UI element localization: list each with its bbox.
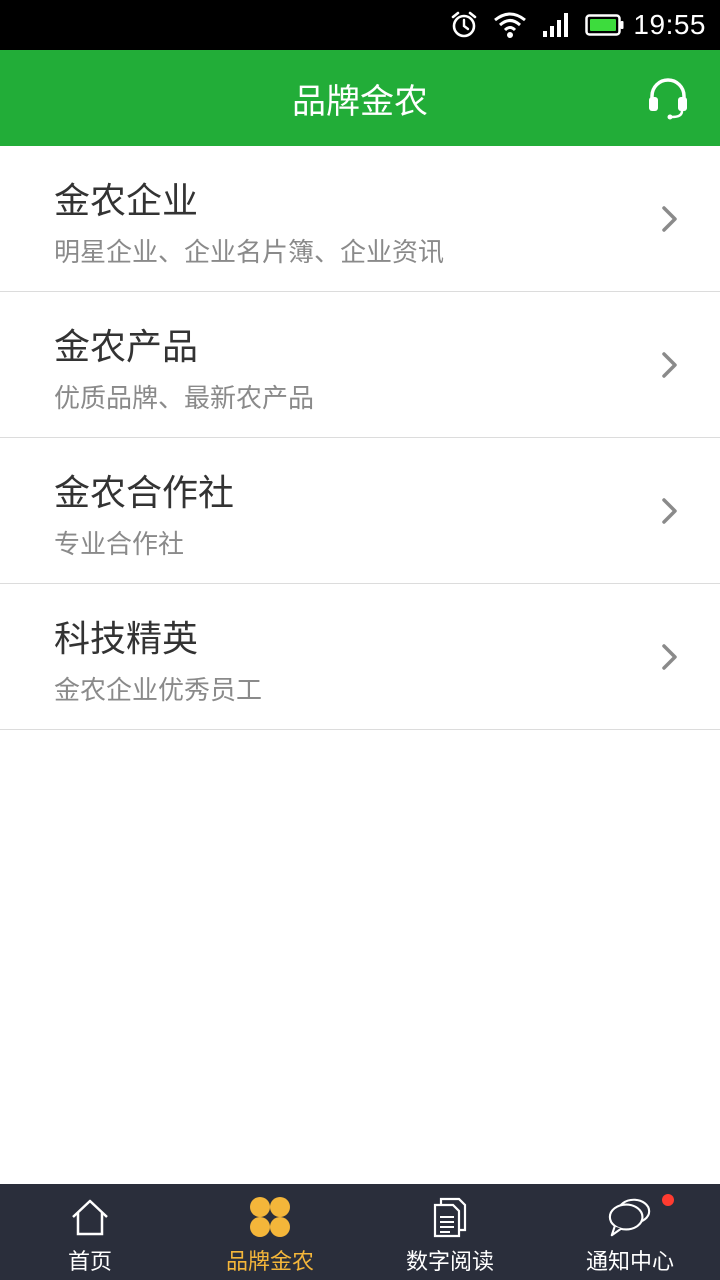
- nav-label: 通知中心: [585, 1250, 674, 1275]
- status-time: 19:55: [633, 9, 706, 40]
- clover-icon: [247, 1194, 293, 1240]
- menu-list: 金农企业 明星企业、企业名片簿、企业资讯 金农产品 优质品牌、最新农产品 金农合…: [0, 146, 720, 730]
- nav-item-reading[interactable]: 数字阅读: [360, 1184, 540, 1280]
- list-item-enterprise[interactable]: 金农企业 明星企业、企业名片簿、企业资讯: [0, 146, 720, 292]
- home-icon: [67, 1194, 113, 1240]
- page-title: 品牌金农: [292, 81, 428, 122]
- nav-label: 品牌金农: [225, 1250, 314, 1275]
- nav-item-home[interactable]: 首页: [0, 1184, 180, 1280]
- list-item-title: 金农合作社: [54, 473, 235, 514]
- chevron-right-icon: [658, 204, 682, 234]
- list-item-subtitle: 金农企业优秀员工: [54, 676, 263, 706]
- chevron-right-icon: [658, 642, 682, 672]
- nav-label: 数字阅读: [405, 1250, 494, 1275]
- alarm-icon: [449, 10, 479, 40]
- status-bar: 19:55: [0, 0, 720, 50]
- bottom-nav: 首页 品牌金农 数字阅读 通知中心: [0, 1184, 720, 1280]
- nav-item-notifications[interactable]: 通知中心: [540, 1184, 720, 1280]
- list-item-subtitle: 明星企业、企业名片簿、企业资讯: [54, 238, 445, 268]
- notification-badge: [662, 1194, 674, 1206]
- list-item-products[interactable]: 金农产品 优质品牌、最新农产品: [0, 292, 720, 438]
- battery-icon: [585, 13, 625, 37]
- list-item-subtitle: 优质品牌、最新农产品: [54, 384, 315, 414]
- list-item-title: 科技精英: [54, 619, 199, 660]
- signal-icon: [541, 11, 571, 39]
- title-bar: 品牌金农: [0, 50, 720, 146]
- list-item-tech-elite[interactable]: 科技精英 金农企业优秀员工: [0, 584, 720, 730]
- list-item-title: 金农产品: [54, 327, 199, 368]
- list-item-cooperative[interactable]: 金农合作社 专业合作社: [0, 438, 720, 584]
- nav-label: 首页: [67, 1250, 112, 1275]
- list-item-subtitle: 专业合作社: [54, 530, 185, 560]
- screen: 19:55 品牌金农 金农企业 明星企业、企业名片簿、企业资讯 金农产品 优质品…: [0, 0, 720, 1280]
- wifi-icon: [493, 11, 527, 39]
- documents-icon: [427, 1194, 473, 1240]
- nav-item-brand[interactable]: 品牌金农: [180, 1184, 360, 1280]
- chevron-right-icon: [658, 350, 682, 380]
- list-item-title: 金农企业: [54, 181, 199, 222]
- chevron-right-icon: [658, 496, 682, 526]
- headset-icon[interactable]: [646, 76, 690, 120]
- chat-bubbles-icon: [607, 1194, 653, 1240]
